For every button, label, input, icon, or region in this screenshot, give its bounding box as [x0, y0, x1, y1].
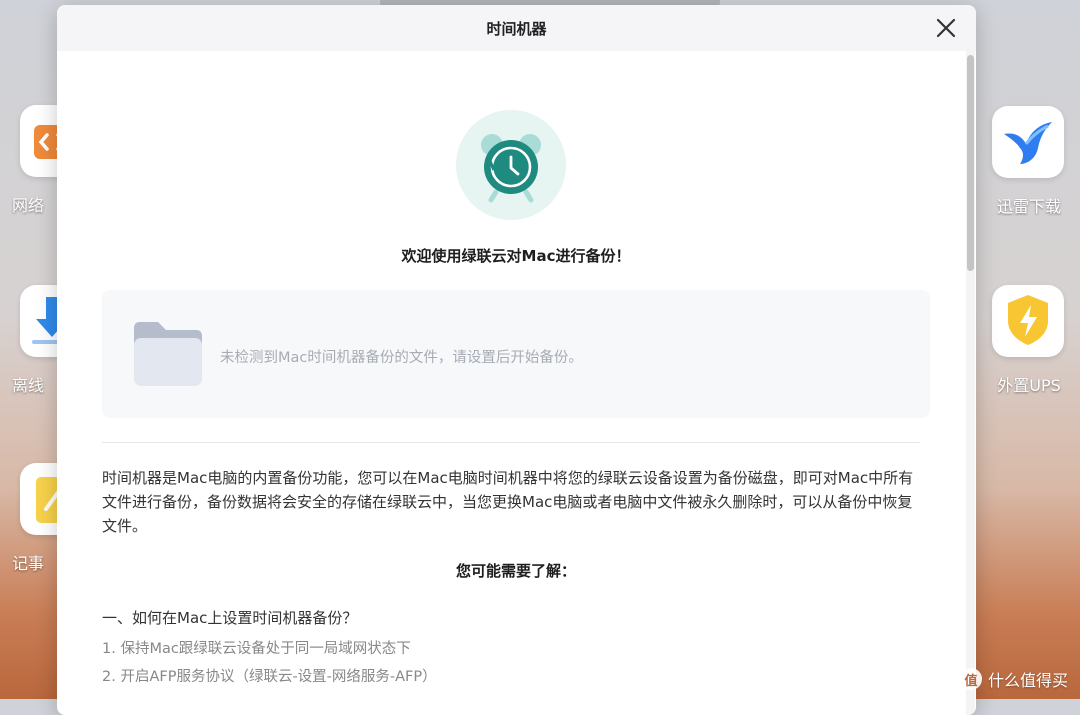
empty-state-card: 未检测到Mac时间机器备份的文件，请设置后开始备份。 — [102, 290, 930, 418]
setup-step: 2. 开启AFP服务协议（绿联云-设置-网络服务-AFP） — [102, 669, 437, 685]
desktop-icon-ups[interactable]: 外置UPS — [992, 285, 1066, 395]
time-machine-hero — [456, 110, 566, 220]
folder-icon — [134, 322, 202, 386]
feature-description: 时间机器是Mac电脑的内置备份功能，您可以在Mac电脑时间机器中将您的绿联云设备… — [102, 469, 914, 535]
watermark: 值 什么值得买 — [959, 667, 1068, 691]
watermark-text: 什么值得买 — [987, 671, 1068, 690]
desktop-icon-thunder[interactable]: 迅雷下载 — [992, 106, 1066, 216]
faq-heading: 您可能需要了解： — [455, 562, 576, 580]
desktop-icon-label: 迅雷下载 — [996, 197, 1061, 216]
scrollbar[interactable] — [966, 51, 975, 715]
divider — [102, 442, 920, 443]
thunder-bird-icon — [992, 106, 1064, 178]
setup-step: 1. 保持Mac跟绿联云设备处于同一局域网状态下 — [102, 641, 411, 657]
welcome-heading: 欢迎使用绿联云对Mac进行备份！ — [401, 247, 631, 265]
dialog-titlebar: 时间机器 — [57, 5, 976, 51]
scrollbar-thumb[interactable] — [967, 55, 974, 271]
ups-shield-icon — [992, 285, 1064, 357]
close-icon — [936, 18, 956, 38]
alarm-clock-icon — [481, 134, 541, 203]
dialog-title: 时间机器 — [486, 19, 547, 38]
setup-steps-list: 1. 保持Mac跟绿联云设备处于同一局域网状态下 2. 开启AFP服务协议（绿联… — [102, 635, 437, 691]
desktop-icon-label: 外置UPS — [997, 376, 1061, 395]
close-button[interactable] — [934, 16, 958, 40]
faq-section-title: 一、如何在Mac上设置时间机器备份？ — [102, 609, 358, 627]
time-machine-dialog: 时间机器 欢迎使用绿联云对Mac进行备份！ 未检测到Mac时间机器备份的文件，请… — [57, 5, 976, 715]
empty-state-message: 未检测到Mac时间机器备份的文件，请设置后开始备份。 — [220, 350, 583, 366]
watermark-badge: 值 — [959, 668, 982, 690]
